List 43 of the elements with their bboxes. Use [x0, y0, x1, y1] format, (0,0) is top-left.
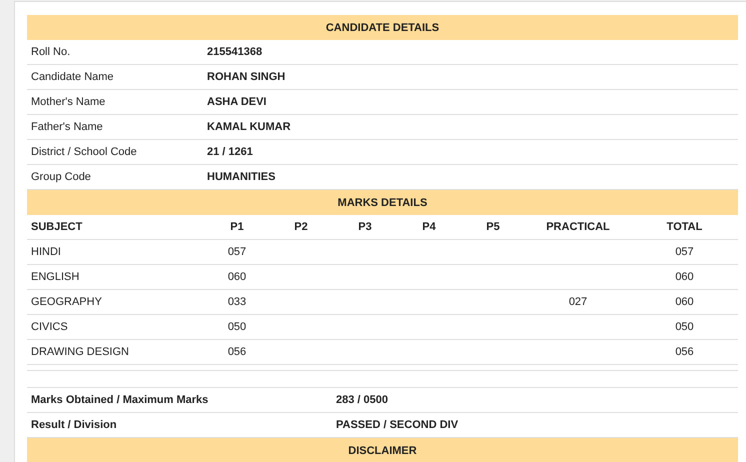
field-label: Roll No. — [31, 46, 72, 58]
summary-value: 283 / 0500 — [336, 394, 389, 406]
summary-value: PASSED / SECOND DIV — [336, 419, 460, 431]
summary-label: Result / Division — [31, 419, 118, 431]
column-header: P2 — [293, 221, 309, 233]
table-cell-text: 060 — [226, 271, 248, 283]
field-label: Mother's Name — [31, 96, 106, 108]
field-value: HUMANITIES — [207, 171, 276, 183]
table-cell-text: 027 — [568, 296, 588, 308]
table-cell-text: GEOGRAPHY — [31, 296, 103, 308]
section-header: MARKS DETAILS — [27, 190, 738, 215]
column-header: P5 — [485, 221, 501, 233]
table-cell-text: ENGLISH — [31, 271, 80, 283]
column-header: SUBJECT — [31, 221, 84, 233]
table-cell-text: HINDI — [31, 246, 62, 258]
field-label: Group Code — [31, 171, 92, 183]
field-value: ASHA DEVI — [207, 96, 268, 108]
section-header: DISCLAIMER — [27, 438, 738, 462]
field-value: KAMAL KUMAR — [207, 121, 292, 133]
field-value: 215541368 — [207, 46, 264, 58]
field-value: 21 / 1261 — [207, 146, 254, 158]
table-cell-text: 056 — [674, 346, 695, 358]
table-cell-text: 033 — [226, 296, 248, 308]
column-header: P3 — [357, 221, 373, 233]
column-header: P4 — [421, 221, 437, 233]
table-cell-text: 060 — [674, 271, 695, 283]
column-header: PRACTICAL — [545, 221, 611, 233]
table-cell-text: 050 — [674, 321, 695, 333]
field-label: Candidate Name — [31, 71, 115, 83]
summary-label: Marks Obtained / Maximum Marks — [31, 394, 210, 406]
table-cell-text: 050 — [226, 321, 248, 333]
table-cell-text: 057 — [226, 246, 248, 258]
table-cell-text: 056 — [226, 346, 248, 358]
field-value: ROHAN SINGH — [207, 71, 286, 83]
section-header: CANDIDATE DETAILS — [27, 15, 738, 40]
table-cell-text: CIVICS — [31, 321, 69, 333]
field-label: Father's Name — [31, 121, 104, 133]
column-header: TOTAL — [666, 221, 704, 233]
field-label: District / School Code — [31, 146, 138, 158]
table-cell-text: DRAWING DESIGN — [31, 346, 130, 358]
table-cell-text: 060 — [674, 296, 695, 308]
table-cell-text: 057 — [674, 246, 695, 258]
column-header: P1 — [229, 221, 245, 233]
